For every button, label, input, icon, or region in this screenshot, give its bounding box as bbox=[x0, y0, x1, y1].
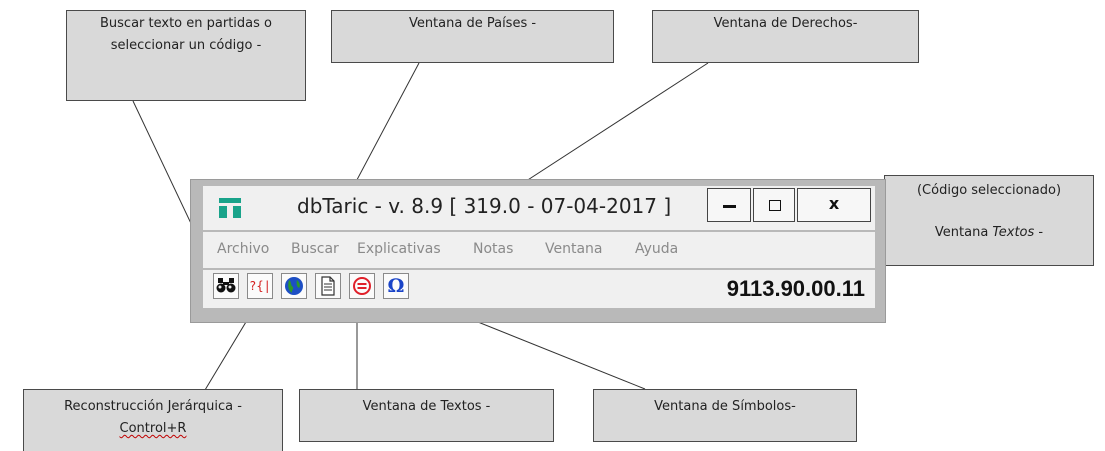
callout-rights-text: Ventana de Derechos- bbox=[713, 16, 858, 31]
callout-text-prefix: Ventana bbox=[934, 225, 993, 240]
maximize-icon bbox=[769, 200, 781, 211]
callout-hierarchy: Reconstrucción Jerárquica - Control+R bbox=[23, 389, 283, 451]
countries-button[interactable] bbox=[281, 273, 307, 299]
app-window: dbTaric - v. 8.9 [ 319.0 - 07-04-2017 ] … bbox=[190, 179, 886, 323]
rights-button[interactable] bbox=[349, 273, 375, 299]
symbols-button[interactable]: Ω bbox=[383, 273, 409, 299]
document-icon bbox=[321, 276, 335, 296]
menu-buscar[interactable]: Buscar bbox=[291, 241, 339, 257]
callout-selected-code: (Código seleccionado) Ventana Textos - bbox=[884, 175, 1094, 266]
window-title: dbTaric - v. 8.9 [ 319.0 - 07-04-2017 ] bbox=[297, 194, 672, 218]
callout-text-italic: Textos bbox=[992, 225, 1035, 240]
toolbar: ?{| Ω 9113.90.00.11 bbox=[203, 270, 875, 308]
search-button[interactable] bbox=[213, 273, 239, 299]
maximize-button[interactable] bbox=[753, 188, 795, 222]
menu-archivo[interactable]: Archivo bbox=[217, 241, 269, 257]
texts-button[interactable] bbox=[315, 273, 341, 299]
callout-search-line2: seleccionar un código - bbox=[110, 38, 262, 53]
callout-text-suffix: - bbox=[1034, 225, 1044, 240]
callout-countries-window: Ventana de Países - bbox=[331, 10, 614, 63]
callout-hierarchy-line2: Control+R bbox=[24, 418, 282, 440]
title-bar[interactable]: dbTaric - v. 8.9 [ 319.0 - 07-04-2017 ] … bbox=[203, 186, 875, 230]
close-icon: x bbox=[828, 194, 840, 213]
callout-hierarchy-line1: Reconstrucción Jerárquica - bbox=[64, 399, 242, 414]
dbtaric-app-icon[interactable] bbox=[219, 198, 241, 218]
callout-selected-code-line1: (Código seleccionado) bbox=[916, 183, 1062, 198]
callout-symbols-window: Ventana de Símbolos- bbox=[593, 389, 857, 442]
minimize-button[interactable] bbox=[707, 188, 751, 222]
close-button[interactable]: x bbox=[797, 188, 871, 222]
omega-icon: Ω bbox=[387, 275, 405, 297]
menu-bar: Archivo Buscar Explicativas Notas Ventan… bbox=[203, 232, 875, 268]
menu-notas[interactable]: Notas bbox=[473, 241, 513, 257]
menu-explicativas[interactable]: Explicativas bbox=[357, 241, 441, 257]
hierarchy-button[interactable]: ?{| bbox=[247, 273, 273, 299]
callout-symbols-text: Ventana de Símbolos- bbox=[654, 399, 796, 414]
callout-hierarchy-shortcut: Control+R bbox=[119, 421, 187, 436]
menu-ayuda[interactable]: Ayuda bbox=[635, 241, 678, 257]
rights-icon bbox=[353, 277, 371, 295]
selected-code: 9113.90.00.11 bbox=[726, 276, 865, 301]
callout-texts-window: Ventana de Textos - bbox=[299, 389, 554, 442]
callout-countries-text: Ventana de Países - bbox=[408, 16, 537, 31]
callout-search-line1: Buscar texto en partidas o bbox=[100, 16, 272, 31]
globe-icon bbox=[285, 277, 303, 295]
binoculars-icon bbox=[216, 278, 236, 293]
callout-rights-window: Ventana de Derechos- bbox=[652, 10, 919, 63]
callout-selected-code-line2: Ventana Textos - bbox=[885, 222, 1093, 244]
minimize-icon bbox=[723, 205, 736, 208]
menu-ventana[interactable]: Ventana bbox=[545, 241, 603, 257]
callout-search-text: Buscar texto en partidas o seleccionar u… bbox=[66, 10, 306, 101]
callout-texts-text: Ventana de Textos - bbox=[362, 399, 491, 414]
hierarchy-icon: ?{| bbox=[249, 279, 271, 293]
